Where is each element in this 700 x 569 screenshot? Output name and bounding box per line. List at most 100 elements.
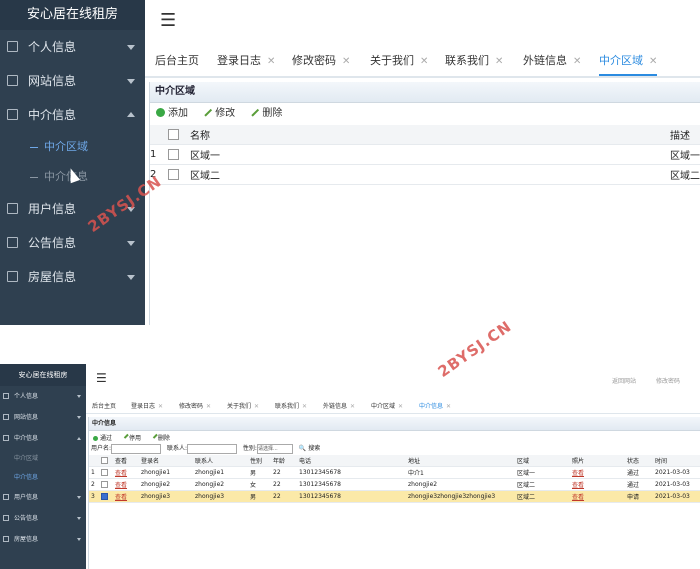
close-icon[interactable]: ✕ [267,56,275,67]
cell-login: zhongjie3 [139,490,193,503]
header-photo: 照片 [570,455,625,467]
close-icon[interactable]: ✕ [573,56,581,67]
tab-links[interactable]: 外链信息 ✕ [523,52,581,74]
close-icon[interactable]: ✕ [254,403,259,410]
sidebar-item-houses[interactable]: 房屋信息 [0,529,86,550]
search-button[interactable]: 🔍 搜索 [299,445,320,452]
hamburger-icon[interactable]: ☰ [96,371,107,385]
close-icon[interactable]: ✕ [446,403,451,410]
close-icon[interactable]: ✕ [342,56,350,67]
sidebar-item-users[interactable]: 用户信息 [0,487,86,508]
tab-label: 关于我们 [227,403,252,410]
close-icon[interactable]: ✕ [649,56,657,67]
table-row[interactable]: 1 查看 zhongjie1 zhongjie1 男 22 1301234567… [89,466,700,479]
sidebar-item-site[interactable]: 网站信息 [0,407,86,428]
photo-link[interactable]: 查看 [572,470,584,477]
tab-login-log[interactable]: 登录日志 ✕ [131,401,163,410]
toolbar: 通过 停用 删除 [89,430,700,442]
view-link[interactable]: 查看 [115,470,127,477]
chevron-down-icon [127,45,135,50]
sidebar-item-site[interactable]: 网站信息 [0,64,145,98]
tab-agency-info[interactable]: 中介信息 ✕ [419,401,451,410]
header-area: 区域 [515,455,570,467]
cell-view: 查看 [113,478,139,491]
tab-links[interactable]: 外链信息 ✕ [323,401,355,410]
username-input[interactable] [111,443,162,454]
sidebar-item-personal[interactable]: 个人信息 [0,30,145,64]
sidebar-subitem-agency-area[interactable]: 中介区域 [0,449,86,468]
tab-login-log[interactable]: 登录日志 ✕ [217,52,275,74]
sidebar-item-houses[interactable]: 房屋信息 [0,260,145,294]
cell-photo: 查看 [570,490,625,503]
sidebar-item-agency[interactable]: 中介信息 [0,98,145,132]
sidebar-subitem-agency-info[interactable]: 中介信息 [0,468,86,487]
cell-name: 区域二 [190,164,670,185]
table-row[interactable]: 2 查看 zhongjie2 zhongjie2 女 22 1301234567… [89,478,700,491]
add-button[interactable]: 添加 [156,103,188,125]
header-desc: 描述 [670,125,700,145]
header-links: 返回网站 修改密码 [594,376,680,385]
cell-age: 22 [271,490,297,503]
view-link[interactable]: 查看 [115,494,127,501]
sidebar-item-label: 网站信息 [14,414,39,421]
tab-label: 外链信息 [323,403,348,410]
photo-link[interactable]: 查看 [572,482,584,489]
close-icon[interactable]: ✕ [350,403,355,410]
table-row[interactable]: 2 区域二 区域二 [150,164,700,185]
header-contact: 联系人 [193,455,248,467]
row-checkbox[interactable] [101,481,108,488]
row-number: 1 [89,466,99,479]
cell-address: zhongjie2 [406,478,515,491]
close-icon[interactable]: ✕ [398,403,403,410]
tab-change-password[interactable]: 修改密码 ✕ [179,401,211,410]
search-label: 搜索 [308,445,321,452]
agency-area-panel: 中介区域 添加 修改 删除 名称 描述 1 区域一 区域一 2 区域二 区域二 [149,82,700,325]
row-checkbox[interactable] [168,168,179,180]
close-icon[interactable]: ✕ [420,56,428,67]
tab-about[interactable]: 关于我们 ✕ [370,52,428,74]
row-number: 3 [89,490,99,503]
list-icon [3,536,9,542]
tab-agency-area[interactable]: 中介区域 ✕ [371,401,403,410]
sidebar-subitem-agency-area[interactable]: 中介区域 [0,132,145,162]
header-view: 查看 [113,455,139,467]
sidebar-item-notices[interactable]: 公告信息 [0,226,145,260]
tab-bar: 后台主页 登录日志 ✕ 修改密码 ✕ 关于我们 ✕ 联系我们 ✕ 外链信息 ✕ 中介区域 ✕ [145,46,700,78]
select-all-checkbox[interactable] [101,457,108,464]
sidebar-item-notices[interactable]: 公告信息 [0,508,86,529]
hamburger-icon[interactable]: ☰ [160,10,176,31]
contact-input[interactable] [186,443,237,454]
tab-agency-area[interactable]: 中介区域 ✕ [599,52,658,76]
close-icon[interactable]: ✕ [495,56,503,67]
cell-desc: 区域二 [670,164,700,185]
row-checkbox-checked[interactable] [101,493,108,500]
back-to-site-link[interactable]: 返回网站 [612,378,636,385]
tab-contact[interactable]: 联系我们 ✕ [275,401,307,410]
select-all-checkbox[interactable] [168,128,179,140]
view-link[interactable]: 查看 [115,482,127,489]
contact-label: 联系人: [166,445,187,452]
sidebar-item-label: 用户信息 [14,494,39,501]
table-row[interactable]: 1 区域一 区域一 [150,144,700,165]
gender-select[interactable]: 请选择... [256,443,293,454]
row-checkbox[interactable] [101,469,108,476]
edit-label: 修改 [215,108,236,119]
tab-home[interactable]: 后台主页 [92,401,116,410]
change-password-link[interactable]: 修改密码 [656,378,680,385]
tab-home[interactable]: 后台主页 [155,52,199,74]
delete-button[interactable]: 删除 [250,103,282,125]
sidebar-item-label: 用户信息 [28,202,77,216]
row-checkbox-cell [99,490,113,503]
tab-contact[interactable]: 联系我们 ✕ [445,52,503,74]
tab-about[interactable]: 关于我们 ✕ [227,401,259,410]
sidebar-item-personal[interactable]: 个人信息 [0,386,86,407]
photo-link[interactable]: 查看 [572,494,584,501]
table-row-selected[interactable]: 3 查看 zhongjie3 zhongjie3 男 22 1301234567… [89,490,700,503]
close-icon[interactable]: ✕ [206,403,211,410]
row-checkbox[interactable] [168,148,179,160]
sidebar-item-agency[interactable]: 中介信息 [0,428,86,449]
tab-change-password[interactable]: 修改密码 ✕ [292,52,350,74]
close-icon[interactable]: ✕ [302,403,307,410]
edit-button[interactable]: 修改 [203,103,235,125]
close-icon[interactable]: ✕ [158,403,163,410]
